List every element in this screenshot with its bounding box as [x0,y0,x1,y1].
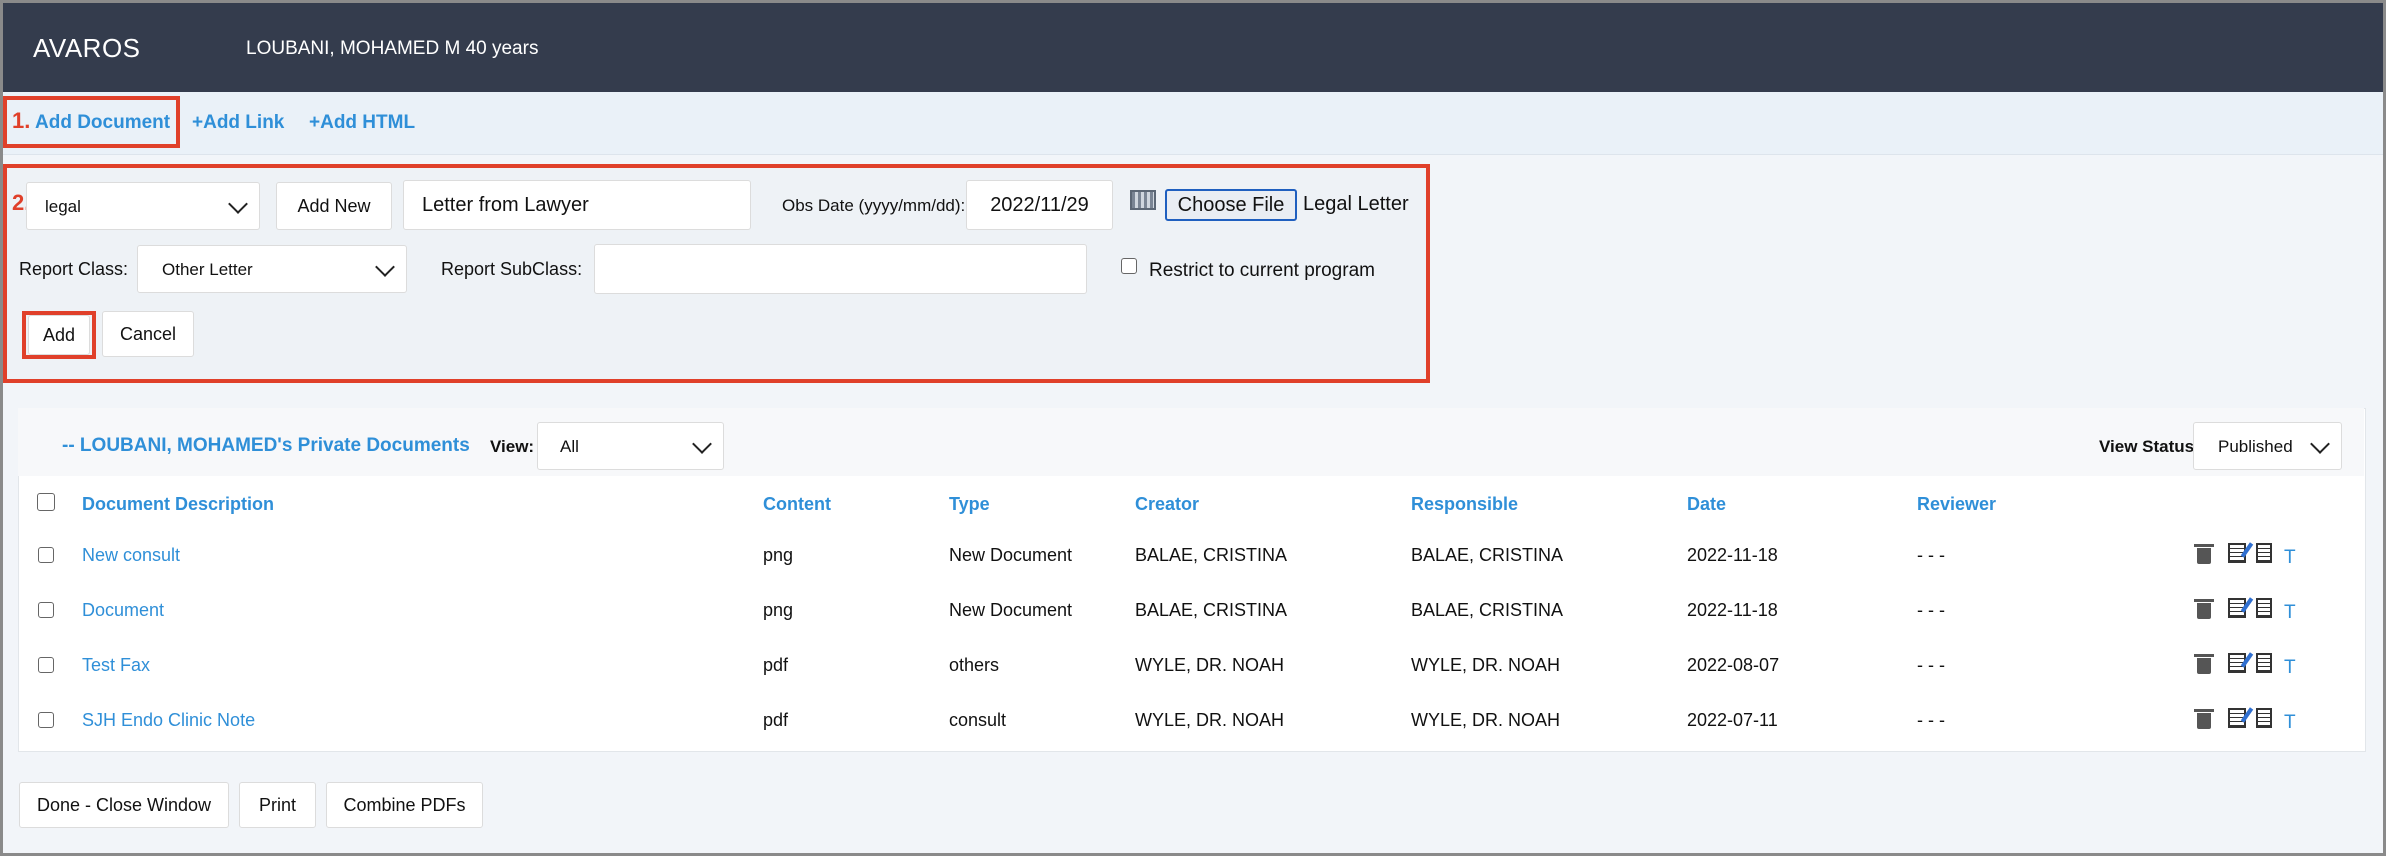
document-link[interactable]: New consult [82,545,180,566]
edit-icon[interactable] [2228,653,2246,673]
step-1-label: 1. [12,108,31,133]
add-link-link[interactable]: +Add Link [192,112,284,134]
col-reviewer[interactable]: Reviewer [1917,494,1996,515]
col-responsible[interactable]: Responsible [1411,494,1518,515]
view-status-value: Published [2218,437,2293,456]
patient-info: LOUBANI, MOHAMED M 40 years [246,38,539,59]
view-status-label: View Status [2099,437,2195,456]
type-cell: others [949,655,1000,675]
date-cell: 2022-11-18 [1687,600,1778,620]
creator-cell: WYLE, DR. NOAH [1135,655,1285,675]
add-html-link[interactable]: +Add HTML [309,112,415,134]
file-name: Legal Letter [1303,193,1409,215]
add-document-link[interactable]: Add Document [35,112,170,134]
calendar-icon[interactable] [1130,190,1156,210]
view-status-select[interactable]: Published [2193,422,2342,470]
add-new-button[interactable]: Add New [276,182,392,230]
chevron-down-icon [375,257,395,277]
print-button[interactable]: Print [239,782,316,828]
obs-date-label: Obs Date (yyyy/mm/dd): [782,196,966,215]
trash-icon[interactable] [2194,709,2214,729]
obs-date-input[interactable]: 2022/11/29 [966,180,1113,230]
col-description[interactable]: Document Description [82,494,274,515]
document-icon[interactable] [2256,653,2272,673]
view-value: All [560,437,579,456]
responsible-cell: BALAE, CRISTINA [1411,545,1564,565]
date-cell: 2022-11-18 [1687,545,1778,565]
creator-cell: BALAE, CRISTINA [1135,545,1288,565]
type-cell: consult [949,710,1007,730]
row-checkbox[interactable] [38,602,54,618]
report-class-label: Report Class: [19,259,129,279]
content-cell: pdf [763,710,789,730]
cancel-button[interactable]: Cancel [102,311,194,357]
responsible-cell: WYLE, DR. NOAH [1411,710,1561,730]
choose-file-button[interactable]: Choose File [1165,189,1297,221]
report-class-value: Other Letter [162,260,253,279]
panel-title: -- LOUBANI, MOHAMED's Private Documents [62,435,470,456]
t-link[interactable]: T [2284,712,2296,734]
description-input[interactable]: Letter from Lawyer [403,180,751,230]
edit-icon[interactable] [2228,708,2246,728]
row-checkbox[interactable] [38,547,54,563]
content-cell: png [763,545,794,565]
responsible-cell: WYLE, DR. NOAH [1411,655,1561,675]
type-cell: New Document [949,600,1073,620]
document-link[interactable]: Test Fax [82,655,150,676]
view-select[interactable]: All [537,422,724,470]
add-button[interactable]: Add [28,315,90,355]
trash-icon[interactable] [2194,654,2214,674]
creator-cell: WYLE, DR. NOAH [1135,710,1285,730]
restrict-label: Restrict to current program [1149,260,1375,281]
chevron-down-icon [228,194,248,214]
type-cell: New Document [949,545,1073,565]
top-header: AVAROS LOUBANI, MOHAMED M 40 years [3,3,2383,92]
trash-icon[interactable] [2194,599,2214,619]
view-label: View: [490,437,535,456]
document-link[interactable]: SJH Endo Clinic Note [82,710,255,731]
chevron-down-icon [692,434,712,454]
reviewer-cell: - - - [1917,655,1945,675]
t-link[interactable]: T [2284,547,2296,569]
report-subclass-label: Report SubClass: [441,259,583,279]
document-link[interactable]: Document [82,600,164,621]
col-date[interactable]: Date [1687,494,1726,515]
reviewer-cell: - - - [1917,600,1945,620]
document-icon[interactable] [2256,708,2272,728]
col-content[interactable]: Content [763,494,831,515]
trash-icon[interactable] [2194,544,2214,564]
creator-cell: BALAE, CRISTINA [1135,600,1288,620]
row-checkbox[interactable] [38,657,54,673]
combine-pdfs-button[interactable]: Combine PDFs [326,782,483,828]
chevron-down-icon [2310,434,2330,454]
brand-logo: AVAROS [33,33,141,63]
doc-type-select[interactable]: legal [26,182,260,230]
t-link[interactable]: T [2284,657,2296,679]
restrict-checkbox[interactable] [1121,258,1137,274]
report-subclass-input[interactable] [594,244,1087,294]
report-class-select[interactable]: Other Letter [137,245,407,293]
content-cell: pdf [763,655,789,675]
document-icon[interactable] [2256,543,2272,563]
responsible-cell: BALAE, CRISTINA [1411,600,1564,620]
content-cell: png [763,600,794,620]
edit-icon[interactable] [2228,543,2246,563]
document-icon[interactable] [2256,598,2272,618]
date-cell: 2022-07-11 [1687,710,1778,730]
date-cell: 2022-08-07 [1687,655,1780,675]
edit-icon[interactable] [2228,598,2246,618]
done-close-window-button[interactable]: Done - Close Window [19,782,229,828]
select-all-checkbox[interactable] [37,493,55,511]
t-link[interactable]: T [2284,602,2296,624]
col-creator[interactable]: Creator [1135,494,1199,515]
reviewer-cell: - - - [1917,710,1945,730]
row-checkbox[interactable] [38,712,54,728]
col-type[interactable]: Type [949,494,990,515]
reviewer-cell: - - - [1917,545,1945,565]
doc-type-value: legal [45,197,81,216]
